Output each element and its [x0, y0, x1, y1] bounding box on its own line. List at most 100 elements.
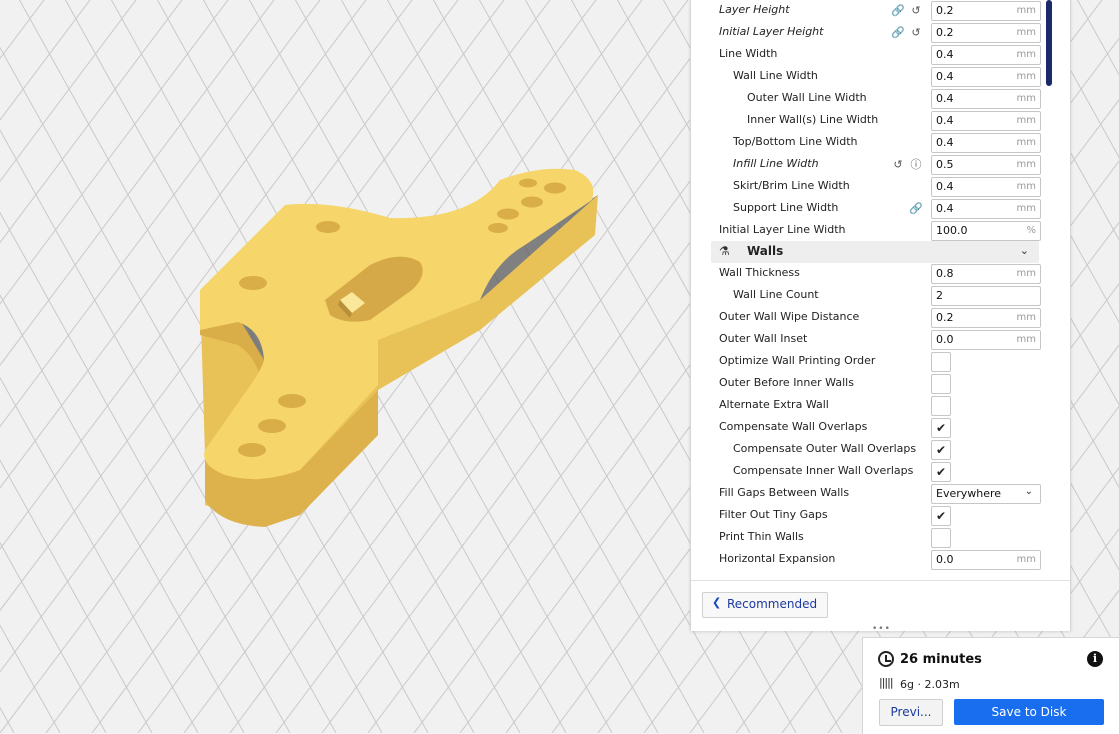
preview-button[interactable]: Previ...: [879, 699, 943, 726]
input-value: 0.8: [936, 267, 954, 280]
input-value: 0.2: [936, 4, 954, 17]
model-part[interactable]: [200, 168, 598, 527]
setting-row: Infill Line Width ↺ ⓘ 0.5 mm: [691, 154, 1051, 176]
recommended-button[interactable]: ❮ Recommended: [702, 592, 828, 618]
input-unit: mm: [1016, 5, 1036, 16]
setting-input[interactable]: 0.4 mm: [931, 89, 1041, 109]
input-unit: %: [1026, 225, 1036, 236]
panel-resize-handle[interactable]: •••: [872, 624, 891, 634]
setting-input[interactable]: 0.2 mm: [931, 23, 1041, 43]
setting-checkbox[interactable]: [931, 528, 951, 548]
setting-row: Initial Layer Height 🔗 ↺ 0.2 mm: [691, 22, 1051, 44]
recommended-label: Recommended: [727, 597, 818, 611]
setting-label: Outer Wall Inset: [719, 332, 808, 345]
setting-row: Outer Before Inner Walls: [691, 373, 1051, 395]
setting-row: Top/Bottom Line Width 0.4 mm: [691, 132, 1051, 154]
settings-list[interactable]: ⚗ Walls ⌄ Layer Height 🔗 ↺ 0.2 mm Initial Lay…: [691, 0, 1070, 580]
setting-label: Top/Bottom Line Width: [733, 135, 858, 148]
link-icon[interactable]: 🔗: [891, 4, 905, 18]
setting-row: Inner Wall(s) Line Width 0.4 mm: [691, 110, 1051, 132]
input-value: 0.5: [936, 158, 954, 171]
setting-checkbox[interactable]: [931, 396, 951, 416]
clock-icon: [878, 651, 894, 667]
setting-label: Layer Height: [719, 3, 790, 16]
setting-checkbox[interactable]: ✔: [931, 462, 951, 482]
setting-label: Wall Line Count: [733, 288, 819, 301]
setting-row: Outer Wall Line Width 0.4 mm: [691, 88, 1051, 110]
setting-row: Wall Line Count 2: [691, 285, 1051, 307]
setting-checkbox[interactable]: [931, 374, 951, 394]
setting-label: Fill Gaps Between Walls: [719, 486, 850, 499]
setting-label: Support Line Width: [733, 201, 839, 214]
save-to-disk-button[interactable]: Save to Disk: [954, 699, 1104, 725]
setting-checkbox[interactable]: ✔: [931, 440, 951, 460]
setting-input[interactable]: 0.5 mm: [931, 155, 1041, 175]
input-value: 0.2: [936, 26, 954, 39]
input-value: 0.4: [936, 70, 954, 83]
setting-row: Compensate Wall Overlaps ✔: [691, 417, 1051, 439]
setting-label: Skirt/Brim Line Width: [733, 179, 850, 192]
setting-row: Print Thin Walls: [691, 527, 1051, 549]
walls-section-header[interactable]: ⚗ Walls ⌄: [711, 241, 1039, 263]
select-value: Everywhere: [936, 487, 1002, 500]
input-value: 0.4: [936, 136, 954, 149]
setting-label: Wall Line Width: [733, 69, 818, 82]
setting-row: Horizontal Expansion 0.0 mm: [691, 549, 1051, 571]
input-value: 0.4: [936, 48, 954, 61]
reset-icon[interactable]: ↺: [909, 4, 923, 18]
input-value: 100.0: [936, 224, 968, 237]
setting-input[interactable]: 0.4 mm: [931, 67, 1041, 87]
setting-label: Initial Layer Line Width: [719, 223, 846, 236]
setting-checkbox[interactable]: [931, 352, 951, 372]
setting-input[interactable]: 0.2 mm: [931, 308, 1041, 328]
setting-row: Skirt/Brim Line Width 0.4 mm: [691, 176, 1051, 198]
input-unit: mm: [1016, 137, 1036, 148]
setting-checkbox[interactable]: ✔: [931, 418, 951, 438]
setting-label: Print Thin Walls: [719, 530, 804, 543]
info-icon[interactable]: ⓘ: [909, 158, 923, 172]
setting-label: Initial Layer Height: [719, 25, 824, 38]
setting-label: Infill Line Width: [733, 157, 819, 170]
setting-row: Fill Gaps Between Walls Everywhere ⌄: [691, 483, 1051, 505]
setting-select[interactable]: Everywhere ⌄: [931, 484, 1041, 504]
input-unit: mm: [1016, 27, 1036, 38]
input-value: 0.4: [936, 202, 954, 215]
setting-input[interactable]: 0.0 mm: [931, 550, 1041, 570]
setting-label: Filter Out Tiny Gaps: [719, 508, 828, 521]
filament-spool-icon: |||||: [879, 676, 893, 689]
setting-input[interactable]: 2: [931, 286, 1041, 306]
setting-row: Filter Out Tiny Gaps ✔: [691, 505, 1051, 527]
setting-input[interactable]: 0.4 mm: [931, 133, 1041, 153]
input-value: 0.4: [936, 92, 954, 105]
setting-icons: ↺ ⓘ: [891, 158, 927, 172]
input-unit: mm: [1016, 115, 1036, 126]
link-icon[interactable]: 🔗: [909, 202, 923, 216]
setting-checkbox[interactable]: ✔: [931, 506, 951, 526]
input-unit: mm: [1016, 159, 1036, 170]
input-unit: mm: [1016, 181, 1036, 192]
setting-row: Wall Thickness 0.8 mm: [691, 263, 1051, 285]
setting-label: Inner Wall(s) Line Width: [747, 113, 879, 126]
setting-input[interactable]: 0.0 mm: [931, 330, 1041, 350]
setting-input[interactable]: 0.2 mm: [931, 1, 1041, 21]
input-unit: mm: [1016, 71, 1036, 82]
input-unit: mm: [1016, 49, 1036, 60]
input-value: 0.4: [936, 180, 954, 193]
walls-section-title: Walls: [747, 244, 784, 258]
setting-input[interactable]: 0.4 mm: [931, 199, 1041, 219]
setting-label: Outer Wall Wipe Distance: [719, 310, 860, 323]
setting-label: Outer Wall Line Width: [747, 91, 867, 104]
setting-label: Compensate Inner Wall Overlaps: [733, 464, 914, 477]
input-value: 2: [936, 289, 943, 302]
setting-input[interactable]: 0.4 mm: [931, 45, 1041, 65]
setting-input[interactable]: 0.4 mm: [931, 111, 1041, 131]
setting-input[interactable]: 0.8 mm: [931, 264, 1041, 284]
reset-icon[interactable]: ↺: [891, 158, 905, 172]
reset-icon[interactable]: ↺: [909, 26, 923, 40]
setting-input[interactable]: 0.4 mm: [931, 177, 1041, 197]
info-icon[interactable]: i: [1087, 651, 1103, 667]
setting-input[interactable]: 100.0%: [931, 221, 1041, 241]
input-unit: mm: [1016, 334, 1036, 345]
link-icon[interactable]: 🔗: [891, 26, 905, 40]
setting-icons: 🔗 ↺: [891, 4, 927, 18]
